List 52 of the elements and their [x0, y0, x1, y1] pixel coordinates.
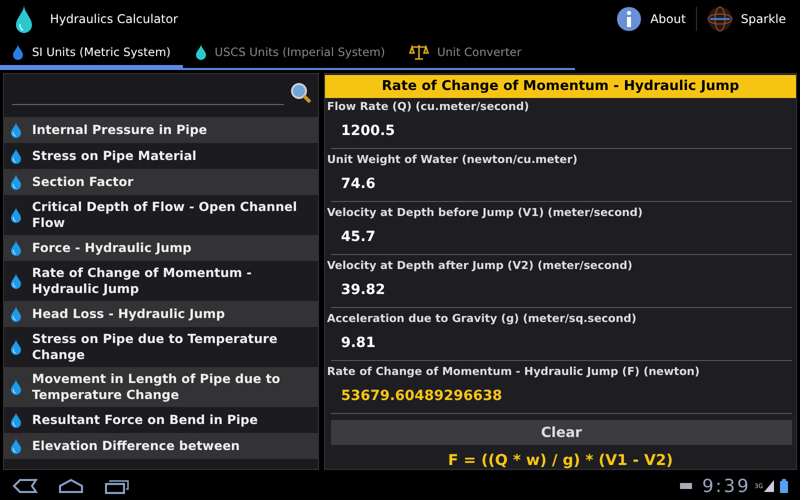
action-button[interactable]: About [610, 6, 692, 32]
water-drop-icon [10, 272, 22, 290]
water-drop-icon [10, 121, 22, 139]
water-drop-icon [10, 411, 22, 429]
field-label: Rate of Change of Momentum - Hydraulic Jump (F) (newton) [327, 364, 700, 380]
water-drop-icon [10, 437, 22, 455]
clear-button[interactable]: Clear [331, 420, 792, 445]
water-drop-icon [10, 305, 22, 323]
field-label: Velocity at Depth before Jump (V1) (meter/second) [327, 205, 643, 221]
topic-item[interactable]: Force - Hydraulic Jump [4, 235, 318, 261]
field-label: Velocity at Depth after Jump (V2) (meter/second) [327, 258, 632, 274]
info-icon [616, 6, 642, 32]
input-field[interactable]: 74.6 [331, 169, 792, 202]
topic-item[interactable]: Internal Pressure in Pipe [4, 117, 318, 143]
field-label: Flow Rate (Q) (cu.meter/second) [327, 99, 529, 115]
topic-item[interactable]: Section Factor [4, 169, 318, 195]
water-drop-icon [10, 239, 22, 257]
input-field[interactable]: 39.82 [331, 275, 792, 308]
search-icon[interactable] [290, 82, 312, 104]
water-drop-icon [10, 378, 22, 396]
clock: 9:39 [702, 476, 751, 496]
keyboard-icon [680, 482, 692, 490]
water-drop-icon [10, 147, 22, 165]
input-field[interactable]: 45.7 [331, 222, 792, 255]
app-title: Hydraulics Calculator [50, 12, 178, 26]
field-label: Unit Weight of Water (newton/cu.meter) [327, 152, 578, 168]
recent-apps-icon[interactable] [104, 478, 130, 494]
result-field: 53679.60489296638 [331, 381, 792, 414]
action-button[interactable]: Sparkle [700, 6, 792, 32]
calculator-title: Rate of Change of Momentum - Hydraulic Jump [325, 75, 796, 98]
tab[interactable]: SI Units (Metric System) [0, 38, 183, 68]
water-drop-icon [10, 206, 22, 224]
field-label: Acceleration due to Gravity (g) (meter/sq.second) [327, 311, 636, 327]
formula: F = ((Q * w) / g) * (V1 - V2) [447, 451, 674, 469]
input-field[interactable]: 9.81 [331, 328, 792, 361]
globe-icon [706, 6, 733, 32]
water-drop-icon [14, 4, 34, 34]
battery-icon [780, 479, 788, 493]
back-icon[interactable] [12, 478, 38, 494]
topic-item[interactable]: Elevation Difference between [4, 433, 318, 459]
signal-icon [764, 480, 774, 492]
tab[interactable]: USCS Units (Imperial System) [182, 38, 398, 68]
input-field[interactable]: 1200.5 [331, 116, 792, 149]
water-drop-icon [10, 338, 22, 356]
scale-icon [409, 42, 430, 60]
topic-item[interactable]: Movement in Length of Pipe due to Temperature Change [4, 367, 318, 407]
water-drop-icon [12, 42, 24, 60]
topic-item[interactable]: Head Loss - Hydraulic Jump [4, 301, 318, 327]
water-drop-icon [10, 173, 22, 191]
home-icon[interactable] [58, 478, 84, 494]
tab[interactable]: Unit Converter [397, 38, 575, 68]
water-drop-icon [194, 42, 207, 60]
